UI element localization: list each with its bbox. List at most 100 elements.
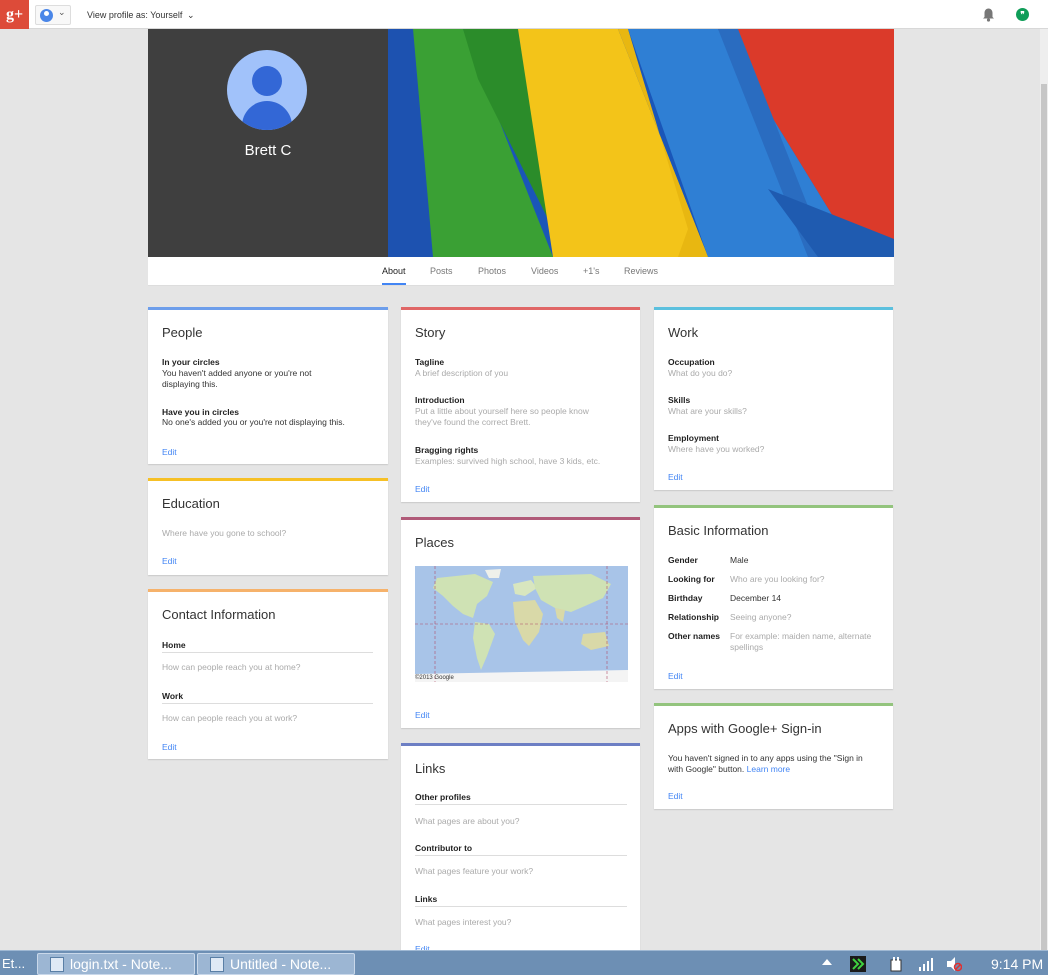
- places-card: Places ©2013 Google Edit: [401, 517, 640, 728]
- map-copyright: ©2013 Google: [415, 675, 454, 681]
- places-edit-link[interactable]: Edit: [415, 710, 430, 720]
- skills-placeholder[interactable]: What are your skills?: [668, 406, 747, 417]
- work-card: Work Occupation What do you do? Skills W…: [654, 307, 893, 490]
- tagline-placeholder[interactable]: A brief description of you: [415, 368, 508, 379]
- relationship-label: Relationship: [668, 612, 720, 622]
- people-edit-link[interactable]: Edit: [162, 447, 177, 457]
- basic-info-edit-link[interactable]: Edit: [668, 671, 683, 681]
- apps-signin-card: Apps with Google+ Sign-in You haven't si…: [654, 703, 893, 809]
- birthday-label: Birthday: [668, 593, 703, 603]
- chevron-down-icon: ⌄: [186, 10, 195, 20]
- scrollbar-thumb[interactable]: [1041, 84, 1047, 950]
- birthday-value: December 14: [730, 593, 782, 603]
- tray-app-icon[interactable]: [850, 956, 866, 972]
- people-card: People In your circles You haven't added…: [148, 307, 388, 464]
- apps-text: with Google" button.: [668, 764, 745, 774]
- account-switcher-button[interactable]: ⌄: [35, 5, 71, 25]
- basic-information-card: Basic Information Gender Male Looking fo…: [654, 505, 893, 689]
- tab-reviews[interactable]: Reviews: [624, 266, 658, 276]
- in-circles-label: In your circles: [162, 357, 220, 367]
- notepad-icon: [50, 957, 64, 972]
- tagline-label: Tagline: [415, 357, 445, 367]
- links-card: Links Other profiles What pages are abou…: [401, 743, 640, 954]
- show-hidden-icons-button[interactable]: [822, 959, 832, 965]
- looking-for-placeholder: Who are you looking for?: [730, 574, 825, 584]
- taskbar-clock[interactable]: 9:14 PM: [991, 956, 1043, 972]
- hangouts-icon[interactable]: ❞: [1016, 8, 1029, 21]
- tab-posts[interactable]: Posts: [430, 266, 453, 276]
- links-label: Links: [415, 894, 438, 904]
- tab-about[interactable]: About: [382, 266, 406, 276]
- have-you-in-circles-text: No one's added you or you're not display…: [162, 417, 345, 427]
- view-profile-as-dropdown[interactable]: View profile as: Yourself ⌄: [87, 10, 194, 21]
- looking-for-label: Looking for: [668, 574, 715, 584]
- chevron-down-icon: ⌄: [58, 7, 66, 17]
- contributor-to-label: Contributor to: [415, 843, 473, 853]
- taskbar-notepad-untitled[interactable]: Untitled - Note...: [197, 953, 355, 975]
- links-placeholder[interactable]: What pages interest you?: [415, 917, 511, 928]
- card-title: Basic Information: [668, 523, 769, 538]
- in-circles-text: displaying this.: [162, 379, 218, 389]
- education-placeholder[interactable]: Where have you gone to school?: [162, 528, 286, 539]
- power-plug-icon[interactable]: [888, 956, 904, 972]
- apps-edit-link[interactable]: Edit: [668, 791, 683, 801]
- work-placeholder[interactable]: How can people reach you at work?: [162, 713, 297, 724]
- card-title: Education: [162, 496, 220, 511]
- have-you-in-circles-label: Have you in circles: [162, 407, 240, 417]
- learn-more-link[interactable]: Learn more: [747, 764, 790, 774]
- taskbar-item[interactable]: Et...: [0, 953, 32, 975]
- page-scrollbar[interactable]: [1040, 29, 1048, 950]
- other-profiles-label: Other profiles: [415, 792, 471, 802]
- employment-label: Employment: [668, 433, 720, 443]
- bragging-rights-label: Bragging rights: [415, 445, 479, 455]
- story-edit-link[interactable]: Edit: [415, 484, 430, 494]
- education-card: Education Where have you gone to school?…: [148, 478, 388, 575]
- windows-taskbar: Et... login.txt - Note... Untitled - Not…: [0, 950, 1048, 975]
- contact-information-card: Contact Information Home How can people …: [148, 589, 388, 759]
- skills-label: Skills: [668, 395, 691, 405]
- work-label: Work: [162, 691, 184, 701]
- volume-muted-icon[interactable]: [946, 956, 962, 972]
- other-profiles-placeholder[interactable]: What pages are about you?: [415, 816, 519, 827]
- introduction-placeholder[interactable]: they've found the correct Brett.: [415, 417, 531, 428]
- employment-placeholder[interactable]: Where have you worked?: [668, 444, 764, 455]
- occupation-placeholder[interactable]: What do you do?: [668, 368, 732, 379]
- profile-avatar[interactable]: [227, 50, 307, 130]
- home-label: Home: [162, 640, 186, 650]
- card-title: Contact Information: [162, 607, 276, 622]
- view-as-value: Yourself: [150, 10, 183, 20]
- bragging-rights-placeholder[interactable]: Examples: survived high school, have 3 k…: [415, 456, 600, 467]
- taskbar-item-label: login.txt - Note...: [70, 956, 172, 972]
- google-plus-logo[interactable]: g+: [0, 0, 29, 29]
- contact-edit-link[interactable]: Edit: [162, 742, 177, 752]
- tab-plus-ones[interactable]: +1's: [583, 266, 599, 276]
- network-signal-icon[interactable]: [918, 956, 934, 972]
- other-names-label: Other names: [668, 631, 720, 641]
- world-map[interactable]: ©2013 Google: [415, 566, 628, 682]
- education-edit-link[interactable]: Edit: [162, 556, 177, 566]
- tab-videos[interactable]: Videos: [531, 266, 558, 276]
- in-circles-text: You haven't added anyone or you're not: [162, 368, 312, 378]
- home-placeholder[interactable]: How can people reach you at home?: [162, 662, 300, 673]
- view-as-label: View profile as:: [87, 10, 148, 20]
- work-edit-link[interactable]: Edit: [668, 472, 683, 482]
- account-avatar-icon: [40, 9, 53, 22]
- introduction-placeholder[interactable]: Put a little about yourself here so peop…: [415, 406, 589, 417]
- profile-name: Brett C: [244, 142, 292, 159]
- card-title: Work: [668, 325, 699, 340]
- divider: [415, 906, 627, 907]
- card-title: Links: [415, 761, 446, 776]
- divider: [162, 703, 373, 704]
- introduction-label: Introduction: [415, 395, 465, 405]
- taskbar-notepad-login[interactable]: login.txt - Note...: [37, 953, 195, 975]
- tab-photos[interactable]: Photos: [478, 266, 506, 276]
- story-card: Story Tagline A brief description of you…: [401, 307, 640, 502]
- cover-photo[interactable]: [388, 29, 894, 257]
- notifications-bell-icon[interactable]: [982, 8, 995, 22]
- taskbar-item-label: Untitled - Note...: [230, 956, 332, 972]
- apps-text-line-2: with Google" button. Learn more: [668, 764, 790, 775]
- card-title: Story: [415, 325, 446, 340]
- contributor-to-placeholder[interactable]: What pages feature your work?: [415, 866, 533, 877]
- profile-header: Brett C: [148, 29, 388, 257]
- notepad-icon: [210, 957, 224, 972]
